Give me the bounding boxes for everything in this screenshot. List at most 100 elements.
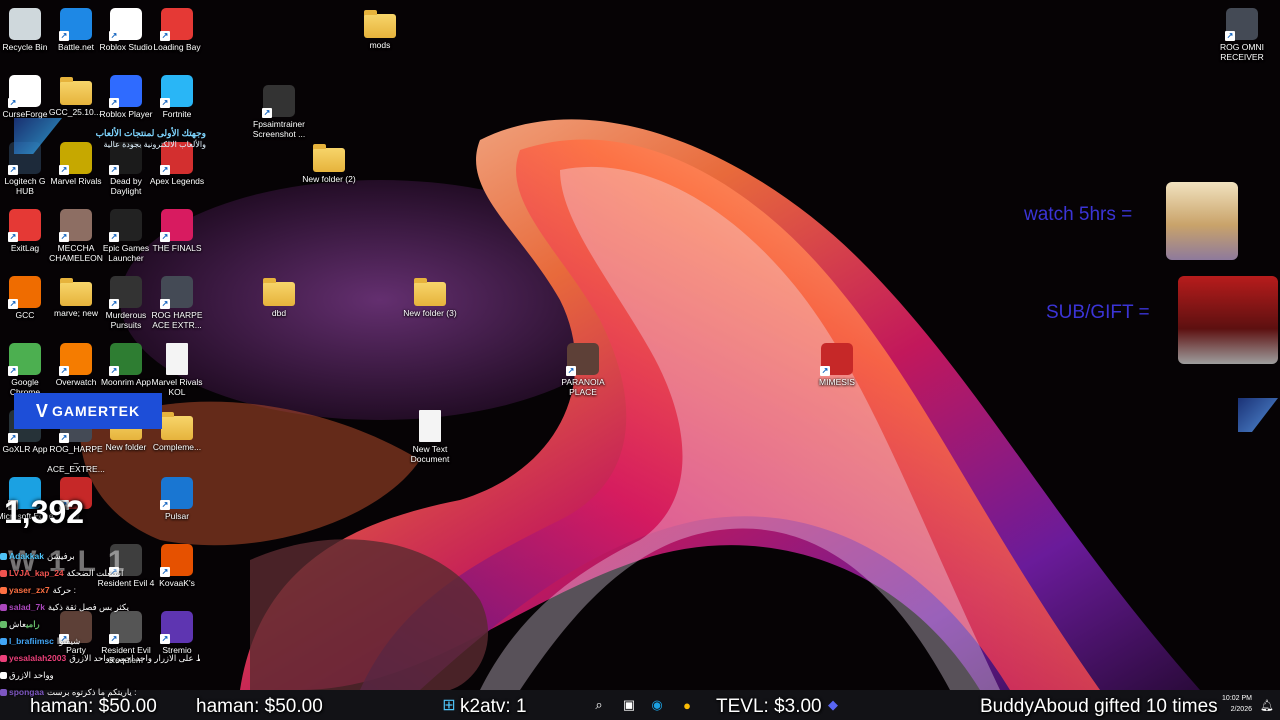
desktop-icon-recycle-bin[interactable]: Recycle Bin: [0, 4, 54, 52]
battlenet-icon: ↗: [59, 8, 92, 41]
desktop-icon-label: ROG OMNI RECEIVER: [1220, 42, 1264, 62]
shortcut-arrow-icon: ↗: [8, 366, 18, 376]
screenshot-icon: ↗: [262, 85, 295, 118]
desktop-icon-label: New folder (2): [302, 174, 356, 184]
desktop-icon-moonrim[interactable]: ↗ Moonrim App: [97, 339, 155, 387]
folder-icon: [60, 77, 92, 105]
desktop-icon-label: New folder (3): [403, 308, 457, 318]
rog-harpe-icon: ↗: [160, 276, 193, 309]
desktop-icon-label: Roblox Studio: [99, 42, 153, 52]
desktop-icon-label: ExitLag: [10, 243, 40, 253]
desktop-icon-label: New folder: [105, 442, 147, 452]
shortcut-arrow-icon: ↗: [59, 232, 69, 242]
folder-icon: [60, 278, 92, 306]
shortcut-arrow-icon: ↗: [109, 232, 119, 242]
watch-hours-text: watch 5hrs =: [1024, 204, 1133, 225]
desktop-icon-mimesis[interactable]: ↗ MIMESIS: [808, 339, 866, 387]
desktop-icon-label: Recycle Bin: [2, 42, 48, 52]
desktop-icon-exitlag[interactable]: ↗ ExitLag: [0, 205, 54, 253]
desktop-icon-pulsar[interactable]: ↗ Pulsar: [148, 473, 206, 521]
roblox-player-icon: ↗: [109, 75, 142, 108]
search-icon[interactable]: ⌕: [588, 694, 610, 716]
chrome-icon[interactable]: ●: [676, 694, 698, 716]
desktop-icon-roblox-studio[interactable]: ↗ Roblox Studio: [97, 4, 155, 52]
paranoia-place-icon: ↗: [566, 343, 599, 376]
desktop-icon-folder[interactable]: New folder (2): [300, 138, 358, 184]
desktop-icon-rog-omni[interactable]: ↗ ROG OMNI RECEIVER: [1213, 4, 1271, 62]
shortcut-arrow-icon: ↗: [109, 299, 119, 309]
chat-text: برفيشن: [46, 551, 75, 561]
desktop-icon-label: Dead by Daylight: [110, 176, 142, 196]
banner-line-1: وجهتك الأولى لمنتجات الألعاب: [95, 128, 206, 138]
chat-message: yesalalah2003يزن حط على الازرار واحد احم…: [0, 650, 200, 667]
file-explorer-icon[interactable]: ▣: [618, 694, 640, 716]
desktop-icon-document[interactable]: New Text Document: [401, 406, 459, 464]
chat-message: salad_7k يكثر بس فصل ثقة ذكية: [0, 599, 200, 616]
desktop-icon-folder[interactable]: New folder (3): [401, 272, 459, 318]
roblox-studio-icon: ↗: [109, 8, 142, 41]
system-clock[interactable]: 10:02 PM 2/2026: [1222, 693, 1252, 715]
desktop-icon-folder[interactable]: dbd: [250, 272, 308, 318]
discord-icon[interactable]: ◆: [822, 694, 844, 716]
sponsor-logo-icon: [14, 118, 62, 154]
desktop-icon-label: dbd: [271, 308, 287, 318]
chat-username: yaser_zx7: [9, 585, 50, 595]
desktop-icon-chrome[interactable]: ↗ Google Chrome: [0, 339, 54, 397]
document-icon: [419, 410, 441, 442]
sub-gift-text: SUB/GIFT =: [1046, 302, 1150, 323]
shortcut-arrow-icon: ↗: [109, 165, 119, 175]
chat-badge-icon: [0, 587, 7, 595]
pulsar-icon: ↗: [160, 477, 193, 510]
desktop-icon-rog-harpe[interactable]: ↗ ROG HARPE ACE EXTR...: [148, 272, 206, 330]
gamertek-logo: V GAMERTEK: [14, 393, 162, 429]
notification-bell-icon[interactable]: 🔔︎: [1256, 694, 1278, 716]
folder-icon: [263, 278, 295, 306]
desktop-icon-epic-games[interactable]: ↗ Epic Games Launcher: [97, 205, 155, 263]
donation-ticker-2: haman: $50.00: [196, 696, 323, 717]
windows-start-icon[interactable]: ⊞: [438, 694, 460, 716]
murderous-pursuits-icon: ↗: [109, 276, 142, 309]
chat-text: وواحد الازرق: [9, 670, 54, 680]
viewer-counter: 1,392: [4, 494, 85, 530]
desktop-icon-screenshot[interactable]: ↗ Fpsaimtrainer Screenshot ...: [250, 81, 308, 139]
desktop-icon-loading-bay[interactable]: ↗ Loading Bay: [148, 4, 206, 52]
chat-username: yesalalah2003: [9, 653, 67, 663]
desktop-icon-label: ROG HARPE ACE EXTR...: [151, 310, 203, 330]
chat-badge-icon: [0, 672, 7, 680]
chat-text: شيقتوا: [56, 636, 81, 646]
desktop-icon-label: Loading Bay: [153, 42, 201, 52]
desktop-icon-paranoia-place[interactable]: ↗ PARANOIA PLACE: [554, 339, 612, 397]
arabic-sponsor-banner: وجهتك الأولى لمنتجات الألعاب والألعاب ال…: [14, 118, 214, 154]
chrome-icon: ↗: [8, 343, 41, 376]
chat-text: اشتغلت الضحكة: [66, 568, 124, 578]
desktop-icon-fortnite[interactable]: ↗ Fortnite: [148, 71, 206, 119]
donation-ticker-1: haman: $50.00: [30, 696, 157, 717]
edge-icon[interactable]: ◉: [646, 694, 668, 716]
desktop-icon-the-finals[interactable]: ↗ THE FINALS: [148, 205, 206, 253]
shortcut-arrow-icon: ↗: [109, 31, 119, 41]
desktop-icon-gcc[interactable]: ↗ GCC: [0, 272, 54, 320]
desktop-icon-roblox-player[interactable]: ↗ Roblox Player: [97, 71, 155, 119]
shortcut-arrow-icon: ↗: [109, 98, 119, 108]
chat-message: وواحد الازرق: [0, 667, 200, 684]
shortcut-arrow-icon: ↗: [59, 366, 69, 376]
moonrim-icon: ↗: [109, 343, 142, 376]
desktop-icon-curseforge[interactable]: ↗ CurseForge: [0, 71, 54, 119]
chat-text: عاش: [9, 619, 27, 629]
desktop-icon-label: Moonrim App: [100, 377, 152, 387]
shortcut-arrow-icon: ↗: [160, 299, 170, 309]
clock-time: 10:02 PM: [1222, 695, 1252, 702]
shortcut-arrow-icon: ↗: [160, 165, 170, 175]
chat-badge-icon: [0, 570, 7, 578]
folder-icon: [161, 412, 193, 440]
loading-bay-icon: ↗: [160, 8, 193, 41]
desktop-icon-label: MIMESIS: [819, 377, 855, 387]
desktop-icon-folder[interactable]: mods: [351, 4, 409, 50]
desktop-icon-label: GoXLR App: [2, 444, 48, 454]
donation-ticker-5: BuddyAboud gifted 10 times: [980, 696, 1218, 717]
desktop-icon-murderous-pursuits[interactable]: ↗ Murderous Pursuits: [97, 272, 155, 330]
folder-icon: [313, 144, 345, 172]
desktop-icon-label: Compleme...: [152, 442, 202, 452]
desktop-icon-document[interactable]: Marvel Rivals KOL: [148, 339, 206, 397]
chat-message: Adakkak برفيشن: [0, 548, 200, 565]
